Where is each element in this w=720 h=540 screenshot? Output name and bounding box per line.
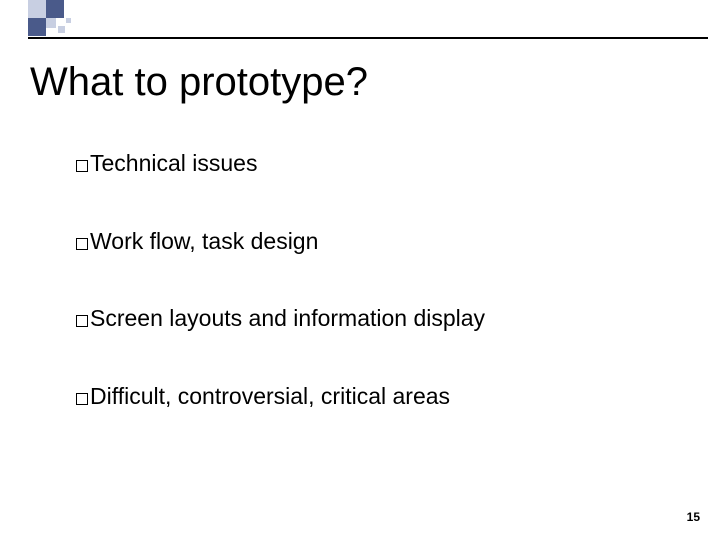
bullet-text: Screen layouts and information display	[90, 305, 485, 331]
bullet-box-icon	[76, 315, 88, 327]
bullet-box-icon	[76, 160, 88, 172]
bullet-item: Work flow, task design	[76, 228, 656, 256]
bullet-box-icon	[76, 238, 88, 250]
bullet-item: Difficult, controversial, critical areas	[76, 383, 656, 411]
slide-title: What to prototype?	[30, 60, 368, 105]
bullet-item: Screen layouts and information display	[76, 305, 656, 333]
header-decoration	[0, 0, 720, 42]
bullet-item: Technical issues	[76, 150, 656, 178]
bullet-box-icon	[76, 393, 88, 405]
bullet-text: Technical issues	[90, 150, 257, 176]
bullet-text: Work flow, task design	[90, 228, 318, 254]
header-rule	[28, 37, 708, 39]
bullet-list: Technical issues Work flow, task design …	[76, 150, 656, 460]
bullet-text: Difficult, controversial, critical areas	[90, 383, 450, 409]
page-number: 15	[687, 510, 700, 524]
